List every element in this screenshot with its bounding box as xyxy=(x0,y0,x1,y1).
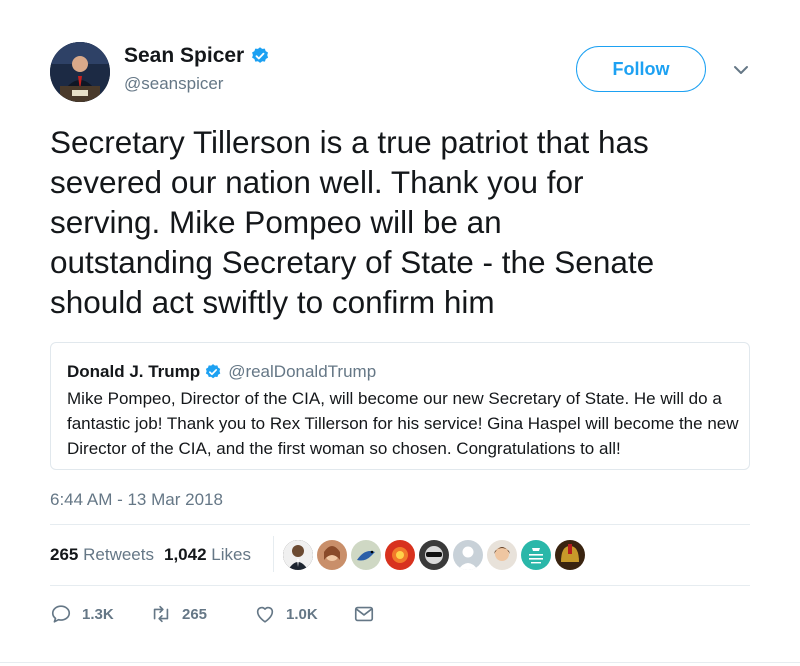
envelope-icon xyxy=(354,606,374,622)
author-name-row[interactable]: Sean Spicer xyxy=(124,44,270,68)
divider xyxy=(50,585,750,586)
retweets-stat[interactable]: 265 Retweets xyxy=(50,545,154,565)
likes-count: 1,042 xyxy=(163,545,207,564)
like-count: 1.0K xyxy=(286,605,318,623)
liker-avatar[interactable] xyxy=(453,540,483,570)
reply-count: 1.3K xyxy=(82,605,114,623)
verified-badge-icon xyxy=(252,47,269,63)
avatar-red-icon xyxy=(385,540,415,570)
avatar-keep-calm-icon xyxy=(521,540,551,570)
quoted-author-handle: @realDonaldTrump xyxy=(228,362,377,381)
reply-button[interactable]: 1.3K xyxy=(50,603,114,625)
avatar-woman-2-icon xyxy=(487,540,517,570)
liker-avatar[interactable] xyxy=(317,540,347,570)
liker-avatars xyxy=(283,540,585,570)
tweet-text: Secretary Tillerson is a true patriot th… xyxy=(50,124,655,320)
like-button[interactable]: 1.0K xyxy=(254,603,318,625)
chevron-down-icon[interactable] xyxy=(730,62,752,78)
liker-avatar[interactable] xyxy=(351,540,381,570)
avatar-woman-icon xyxy=(317,540,347,570)
avatar-dark-sunglasses-icon xyxy=(419,540,449,570)
retweet-count: 265 xyxy=(182,605,208,623)
liker-avatar[interactable] xyxy=(385,540,415,570)
quoted-tweet-card[interactable]: Donald J. Trump @realDonaldTrump Mike Po… xyxy=(50,342,750,470)
retweet-icon xyxy=(153,605,169,623)
heart-icon xyxy=(256,606,274,623)
avatar-bird-icon xyxy=(351,540,381,570)
verified-badge-icon xyxy=(206,364,221,379)
likes-stat[interactable]: 1,042 Likes xyxy=(164,545,251,565)
liker-avatar[interactable] xyxy=(283,540,313,570)
quoted-author-name: Donald J. Trump xyxy=(67,362,201,381)
avatar-default-egg-icon xyxy=(453,540,483,570)
retweet-button[interactable]: 265 xyxy=(150,603,207,625)
avatar-image xyxy=(50,42,110,102)
divider xyxy=(0,662,800,663)
liker-avatar[interactable] xyxy=(419,540,449,570)
stats-separator xyxy=(273,536,274,572)
avatar-gold-helmet-icon xyxy=(555,540,585,570)
tweet-stats: 265 Retweets 1,042 Likes xyxy=(50,536,274,572)
quoted-tweet-text: Mike Pompeo, Director of the CIA, will b… xyxy=(67,389,739,458)
likes-label: Likes xyxy=(211,545,251,564)
tweet-actions: 1.3K 265 1.0K xyxy=(50,603,750,629)
author-handle[interactable]: @seanspicer xyxy=(124,74,223,94)
avatar-man-suit-icon xyxy=(283,540,313,570)
quoted-tweet-header: Donald J. Trump @realDonaldTrump xyxy=(67,362,376,382)
retweets-label: Retweets xyxy=(83,545,154,564)
direct-message-button[interactable] xyxy=(353,603,375,625)
liker-avatar[interactable] xyxy=(487,540,517,570)
reply-icon xyxy=(51,605,71,623)
tweet-timestamp[interactable]: 6:44 AM - 13 Mar 2018 xyxy=(50,490,223,510)
author-name[interactable]: Sean Spicer xyxy=(124,44,244,68)
retweets-count: 265 xyxy=(50,545,79,564)
author-avatar[interactable] xyxy=(50,42,110,102)
liker-avatar[interactable] xyxy=(555,540,585,570)
follow-button[interactable]: Follow xyxy=(576,46,706,92)
liker-avatar[interactable] xyxy=(521,540,551,570)
divider xyxy=(50,524,750,525)
